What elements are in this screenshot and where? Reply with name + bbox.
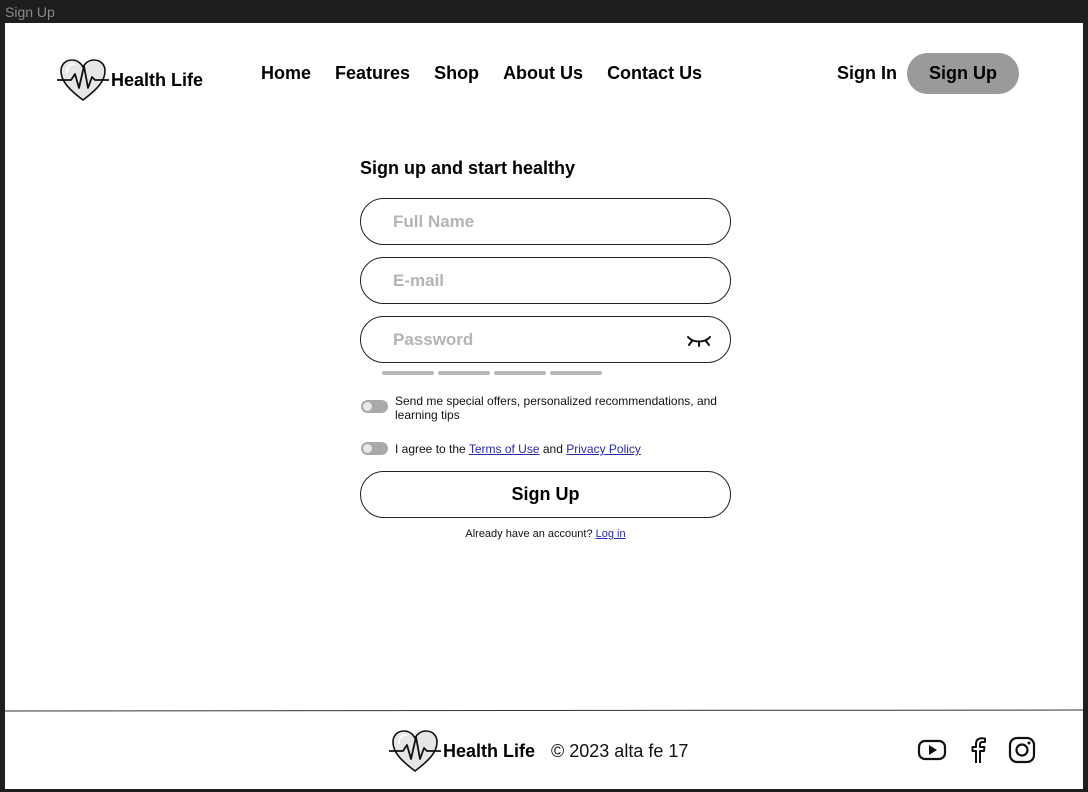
brand-name: Health Life	[111, 69, 204, 90]
footer-brand-name: Health Life	[443, 740, 536, 761]
eye-closed-icon[interactable]	[686, 331, 712, 349]
terms-of-use-link[interactable]: Terms of Use	[469, 442, 540, 456]
sign-up-submit-button[interactable]: Sign Up	[360, 471, 731, 518]
log-in-link[interactable]: Log in	[596, 528, 626, 540]
youtube-icon[interactable]	[917, 735, 947, 765]
full-name-input[interactable]	[393, 199, 683, 244]
main-nav: Home Features Shop About Us Contact Us	[261, 63, 702, 84]
strength-segment	[438, 371, 490, 375]
nav-contact-us[interactable]: Contact Us	[607, 63, 702, 84]
footer-divider	[4, 709, 1084, 712]
password-strength-meter	[382, 371, 602, 375]
nav-home[interactable]: Home	[261, 63, 311, 84]
already-account-text: Already have an account? Log in	[5, 528, 1083, 540]
instagram-icon[interactable]	[1007, 735, 1037, 765]
full-name-field-wrapper	[360, 198, 731, 245]
already-account-label: Already have an account?	[465, 528, 593, 540]
strength-segment	[382, 371, 434, 375]
nav-features[interactable]: Features	[335, 63, 410, 84]
nav-about-us[interactable]: About Us	[503, 63, 583, 84]
password-field-wrapper	[360, 316, 731, 363]
agree-prefix: I agree to the	[395, 442, 466, 456]
email-input[interactable]	[393, 258, 683, 303]
copyright-text: © 2023 alta fe 17	[551, 741, 689, 761]
heart-pulse-icon	[57, 59, 109, 102]
footer-logo[interactable]: Health Life	[389, 729, 535, 773]
page-frame: Health Life Home Features Shop About Us …	[4, 23, 1084, 789]
offers-label: Send me special offers, personalized rec…	[395, 394, 717, 422]
strength-segment	[550, 371, 602, 375]
form-title: Sign up and start healthy	[360, 158, 576, 178]
agree-and: and	[542, 442, 563, 456]
agree-terms-toggle[interactable]	[361, 442, 388, 455]
sign-in-link[interactable]: Sign In	[837, 63, 897, 84]
agree-terms-label: I agree to the Terms of Use and Privacy …	[395, 442, 641, 456]
header-sign-up-button[interactable]: Sign Up	[907, 53, 1019, 94]
offers-toggle[interactable]	[361, 400, 388, 413]
privacy-policy-link[interactable]: Privacy Policy	[566, 442, 641, 456]
email-field-wrapper	[360, 257, 731, 304]
nav-shop[interactable]: Shop	[434, 63, 479, 84]
strength-segment	[494, 371, 546, 375]
heart-pulse-icon	[389, 730, 441, 773]
password-input[interactable]	[393, 317, 683, 362]
header-logo[interactable]: Health Life	[57, 58, 203, 102]
facebook-icon[interactable]	[963, 735, 993, 765]
window-title: Sign Up	[5, 4, 55, 20]
